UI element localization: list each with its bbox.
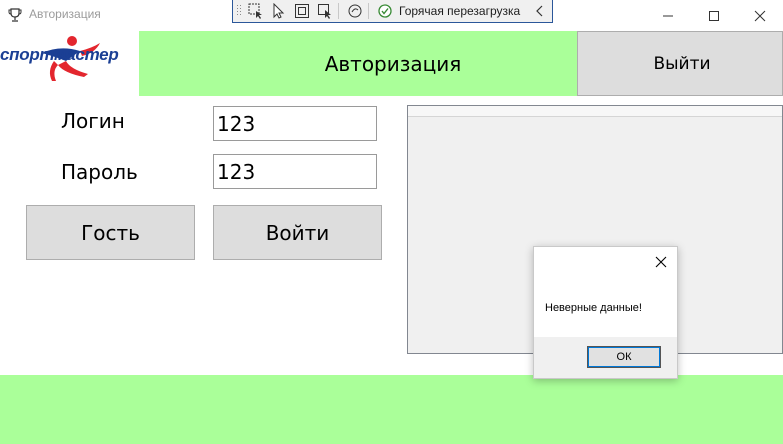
check-circle-icon xyxy=(375,1,395,21)
collapse-toolbar-chevron-icon[interactable] xyxy=(530,1,550,21)
dialog-message: Неверные данные! xyxy=(545,302,642,314)
close-icon xyxy=(754,10,766,21)
close-icon xyxy=(655,256,667,268)
login-input[interactable]: 123 xyxy=(213,106,377,141)
header-banner: Авторизация xyxy=(139,31,577,96)
hot-reload-button[interactable]: Горячая перезагрузка xyxy=(399,4,520,18)
password-input[interactable]: 123 xyxy=(213,154,377,189)
data-grid-header xyxy=(408,106,782,117)
dialog-close-button[interactable] xyxy=(653,254,669,270)
login-label: Логин xyxy=(61,109,125,133)
window-title: Авторизация xyxy=(29,7,101,21)
trophy-icon xyxy=(7,7,23,23)
logo-text: спортмастер xyxy=(0,45,119,64)
display-layout-icon[interactable] xyxy=(292,1,312,21)
pointer-icon[interactable] xyxy=(269,1,289,21)
password-label: Пароль xyxy=(61,160,138,184)
maximize-icon xyxy=(709,10,719,21)
page-title: Авторизация xyxy=(324,51,462,76)
guest-button[interactable]: Гость xyxy=(26,205,195,260)
toolbar-separator xyxy=(368,3,369,19)
debug-toolbar: Горячая перезагрузка xyxy=(232,0,553,23)
toolbar-separator xyxy=(338,3,339,19)
track-focus-icon[interactable] xyxy=(315,1,335,21)
footer-banner xyxy=(0,375,783,444)
dialog-ok-button[interactable]: ОК xyxy=(587,346,661,368)
grip-icon[interactable] xyxy=(235,1,243,21)
minimize-button[interactable] xyxy=(645,0,691,31)
login-button[interactable]: Войти xyxy=(213,205,382,260)
exit-button[interactable]: Выйти xyxy=(577,31,783,96)
maximize-button[interactable] xyxy=(691,0,737,31)
close-window-button[interactable] xyxy=(737,0,783,31)
binding-failures-icon[interactable] xyxy=(345,1,365,21)
select-element-icon[interactable] xyxy=(246,1,266,21)
minimize-icon xyxy=(663,15,673,16)
